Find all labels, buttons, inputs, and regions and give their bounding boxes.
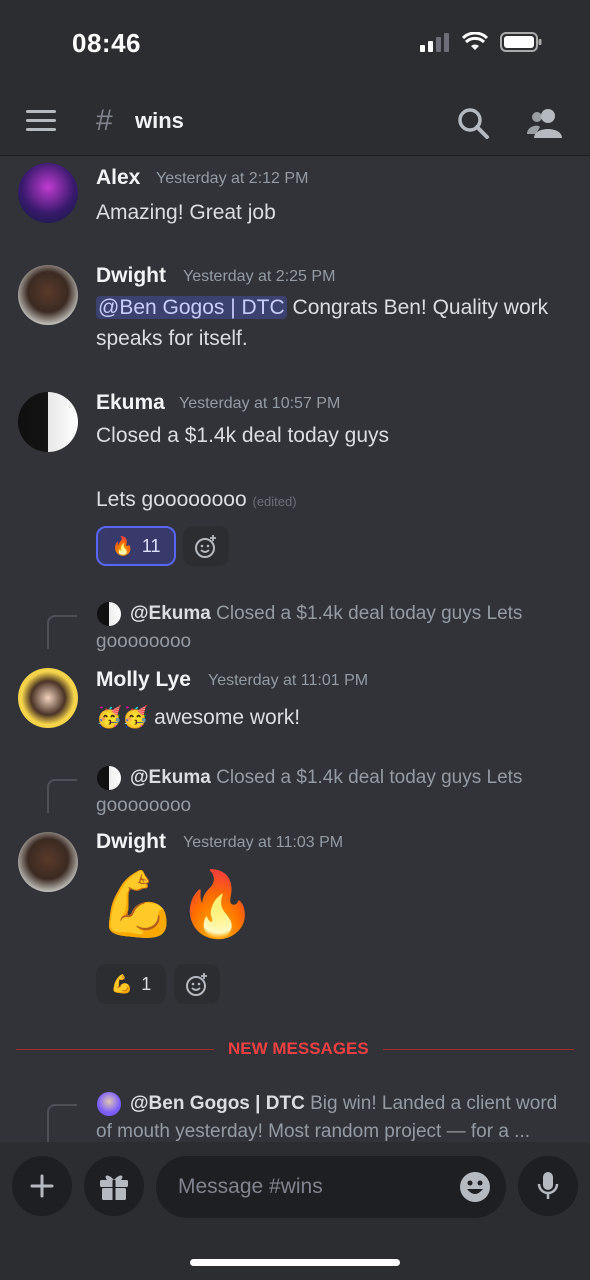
message-username[interactable]: Dwight bbox=[96, 830, 166, 854]
search-icon[interactable] bbox=[456, 106, 490, 140]
add-reaction-button[interactable] bbox=[183, 526, 229, 566]
signal-icon bbox=[420, 33, 449, 52]
reply-preview[interactable]: @Ben Gogos | DTC Big win! Landed a clien… bbox=[96, 1090, 566, 1146]
muscle-icon: 💪 bbox=[110, 973, 134, 994]
message-timestamp: Yesterday at 10:57 PM bbox=[179, 395, 341, 412]
emoji-icon[interactable] bbox=[458, 1170, 492, 1204]
message-username[interactable]: Dwight bbox=[96, 264, 166, 288]
reaction-muscle[interactable]: 💪 1 bbox=[96, 964, 166, 1004]
members-icon[interactable] bbox=[526, 106, 564, 140]
reply-user: @Ekuma bbox=[130, 767, 211, 788]
message-username[interactable]: Ekuma bbox=[96, 391, 165, 415]
avatar[interactable] bbox=[18, 832, 78, 892]
message-dwight-2[interactable]: @Ekuma Closed a $1.4k deal today guys Le… bbox=[0, 762, 590, 1012]
status-icons bbox=[420, 32, 542, 52]
gift-icon bbox=[100, 1175, 128, 1200]
reaction-count: 1 bbox=[141, 973, 152, 994]
reply-line bbox=[47, 1104, 77, 1144]
message-username[interactable]: Molly Lye bbox=[96, 668, 191, 692]
message-text-2: Lets goooooooo (edited) bbox=[96, 484, 297, 517]
edited-label: (edited) bbox=[252, 494, 297, 509]
reply-line bbox=[47, 779, 77, 813]
status-bar: 08:46 bbox=[0, 0, 590, 88]
mic-button[interactable] bbox=[518, 1156, 578, 1216]
plus-icon bbox=[30, 1174, 54, 1198]
reaction-count: 11 bbox=[141, 535, 161, 556]
message-body: Lets goooooooo bbox=[96, 488, 247, 511]
add-reaction-button[interactable] bbox=[174, 964, 220, 1004]
avatar[interactable] bbox=[18, 392, 78, 452]
message-text: Amazing! Great job bbox=[96, 201, 276, 224]
message-timestamp: Yesterday at 11:03 PM bbox=[183, 834, 344, 851]
avatar[interactable] bbox=[18, 265, 78, 325]
channel-hash-icon: # bbox=[96, 104, 113, 137]
message-text: Closed a $1.4k deal today guys bbox=[96, 424, 390, 447]
reply-user: @Ben Gogos | DTC bbox=[130, 1093, 305, 1114]
gift-button[interactable] bbox=[84, 1156, 144, 1216]
new-messages-label: NEW MESSAGES bbox=[214, 1039, 383, 1059]
message-input[interactable] bbox=[156, 1156, 506, 1218]
add-reaction-icon bbox=[186, 973, 207, 996]
plus-button[interactable] bbox=[12, 1156, 72, 1216]
reply-line bbox=[47, 615, 77, 649]
reply-preview[interactable]: @Ekuma Closed a $1.4k deal today guys Le… bbox=[96, 600, 566, 656]
message-text: 🥳🥳 awesome work! bbox=[96, 702, 300, 733]
message-dwight[interactable]: Dwight Yesterday at 2:25 PM @Ben Gogos |… bbox=[0, 262, 590, 362]
avatar[interactable] bbox=[18, 668, 78, 728]
message-timestamp: Yesterday at 2:12 PM bbox=[156, 170, 309, 187]
fire-icon: 🔥 bbox=[111, 535, 134, 556]
hamburger-icon[interactable] bbox=[26, 110, 56, 132]
channel-name[interactable]: wins bbox=[135, 108, 184, 134]
message-timestamp: Yesterday at 11:01 PM bbox=[208, 672, 369, 689]
mic-icon bbox=[537, 1172, 559, 1199]
party-face-icon: 🥳🥳 bbox=[96, 706, 149, 729]
user-mention[interactable]: @Ben Gogos | DTC bbox=[96, 296, 287, 319]
battery-icon bbox=[500, 32, 542, 52]
reply-user: @Ekuma bbox=[130, 603, 211, 624]
message-molly[interactable]: @Ekuma Closed a $1.4k deal today guys Le… bbox=[0, 598, 590, 738]
channel-header: # wins bbox=[0, 88, 590, 156]
home-indicator[interactable] bbox=[190, 1259, 400, 1266]
wifi-icon bbox=[462, 32, 488, 50]
status-time: 08:46 bbox=[72, 28, 141, 58]
add-reaction-icon bbox=[195, 535, 216, 558]
message-new-reply[interactable]: @Ben Gogos | DTC Big win! Landed a clien… bbox=[0, 1088, 590, 1144]
message-text: @Ben Gogos | DTC Congrats Ben! Quality w… bbox=[96, 292, 580, 354]
message-alex[interactable]: Alex Yesterday at 2:12 PM Amazing! Great… bbox=[0, 160, 590, 230]
message-ekuma[interactable]: Ekuma Yesterday at 10:57 PM Closed a $1.… bbox=[0, 388, 590, 573]
reply-preview[interactable]: @Ekuma Closed a $1.4k deal today guys Le… bbox=[96, 764, 566, 820]
message-body: awesome work! bbox=[154, 706, 301, 729]
avatar[interactable] bbox=[18, 163, 78, 223]
jumbo-emojis: 💪🔥 bbox=[98, 868, 258, 940]
message-username[interactable]: Alex bbox=[96, 166, 140, 190]
message-timestamp: Yesterday at 2:25 PM bbox=[183, 268, 336, 285]
reaction-fire[interactable]: 🔥 11 bbox=[96, 526, 176, 566]
